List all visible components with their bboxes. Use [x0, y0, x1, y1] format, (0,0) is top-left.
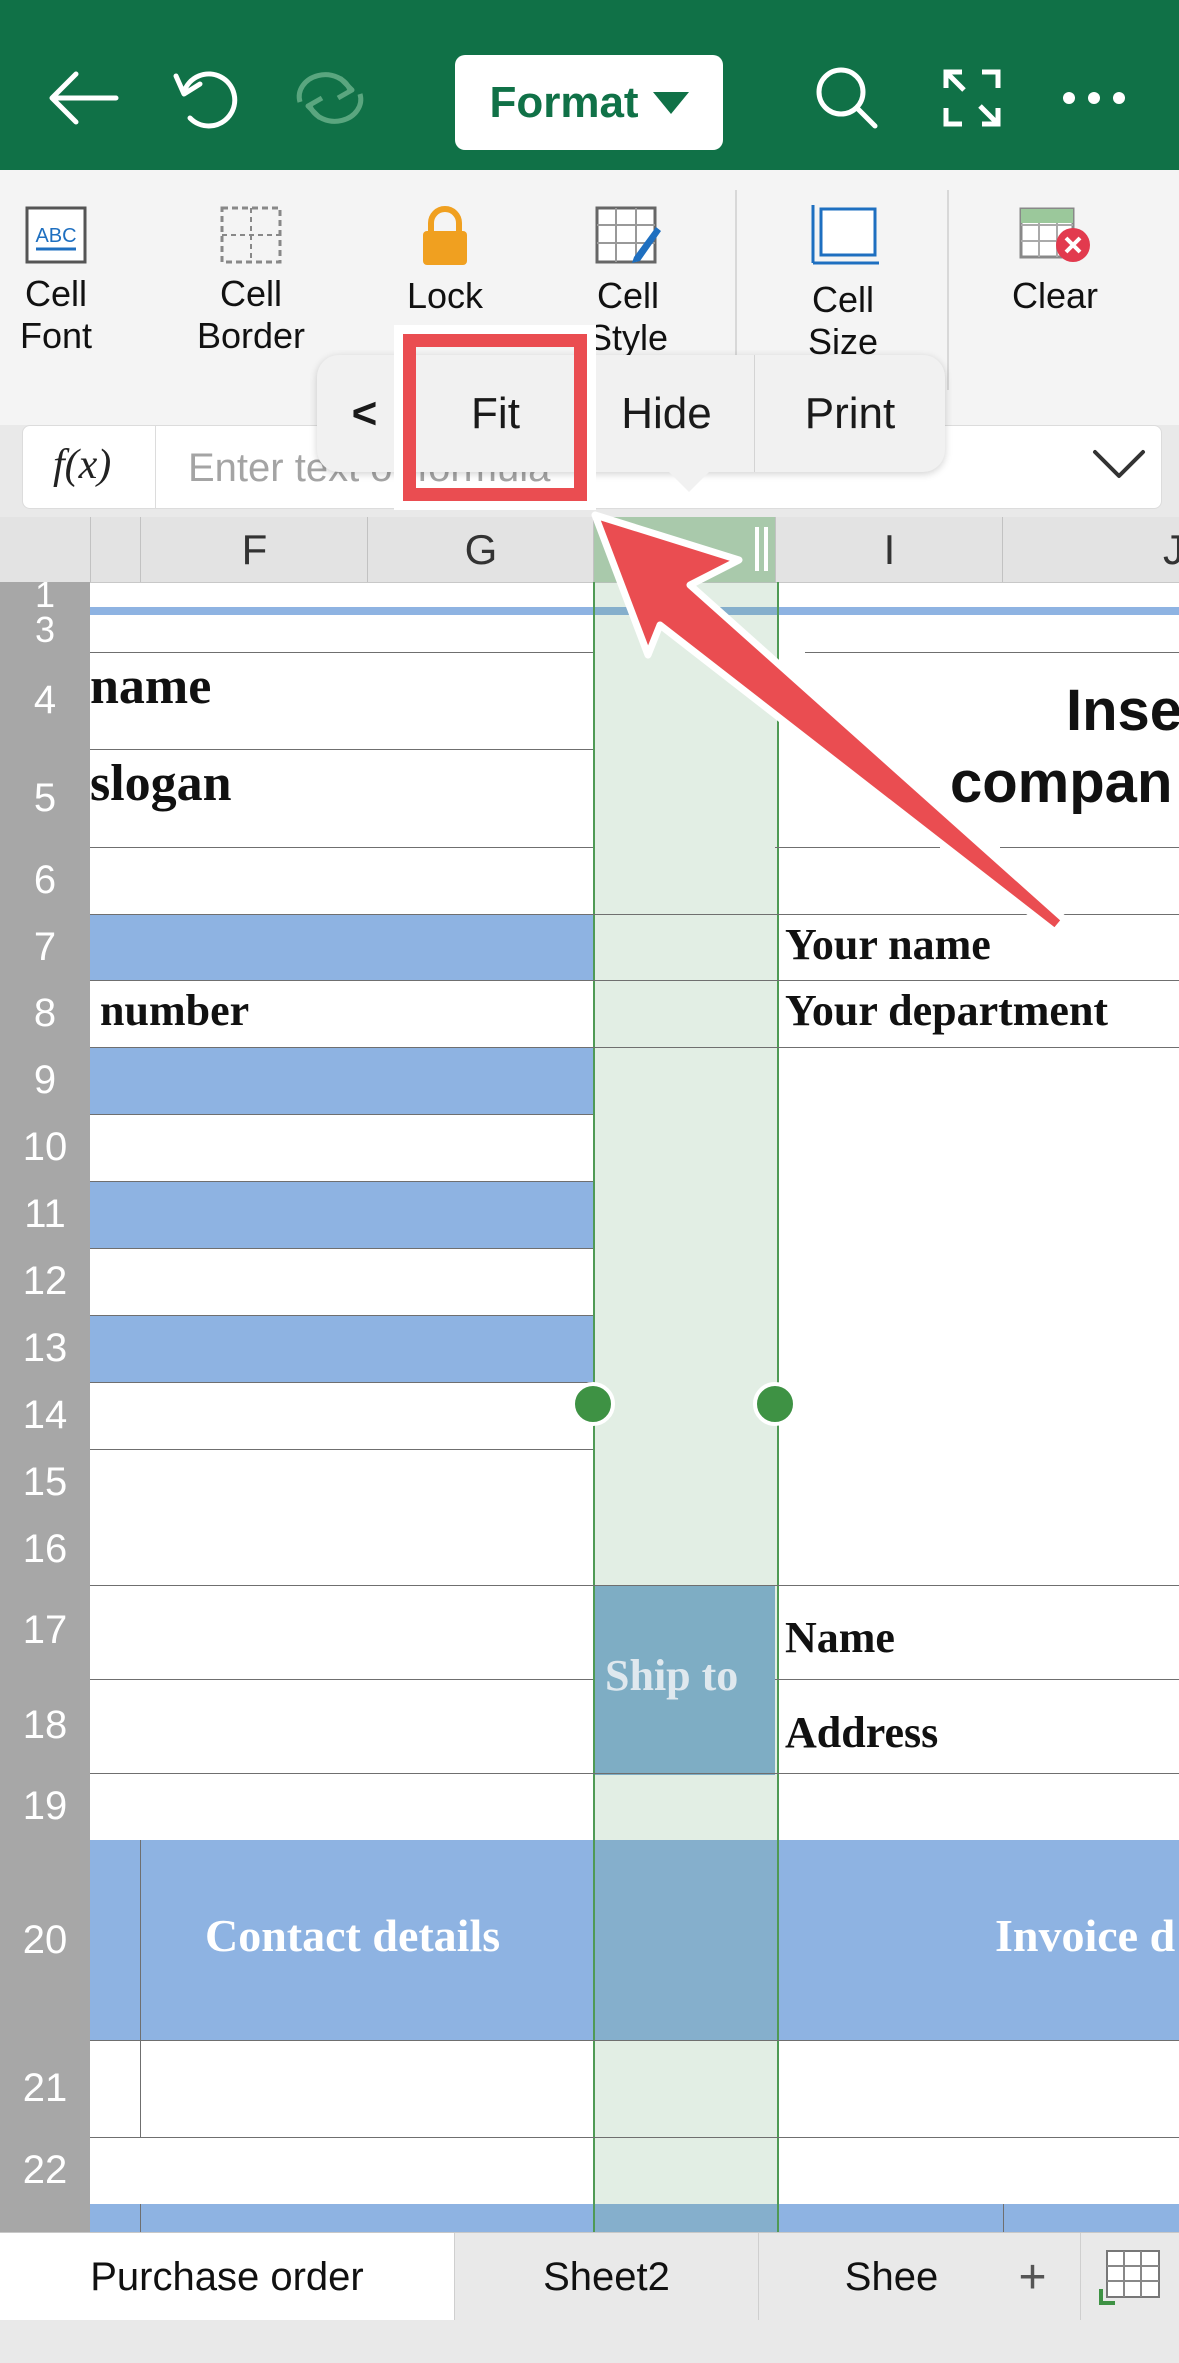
tab-sheet3[interactable]: Shee	[759, 2233, 1024, 2321]
add-sheet-button[interactable]: +	[1000, 2233, 1065, 2321]
tab-purchase-order[interactable]: Purchase order	[0, 2233, 454, 2321]
tab-sheet3-label: Shee	[844, 2254, 939, 2299]
bottom-safe-area	[0, 2320, 1179, 2363]
annotation-arrow-icon	[591, 511, 1069, 936]
grid-view-icon	[1099, 2250, 1160, 2305]
sheet-tabs-bar: Purchase order Sheet2 Shee +	[0, 2232, 1179, 2321]
tab-divider	[1080, 2233, 1081, 2321]
tab-sheet2[interactable]: Sheet2	[455, 2233, 758, 2321]
plus-icon: +	[1018, 2250, 1047, 2304]
grid-view-button[interactable]	[1090, 2233, 1170, 2321]
tab-sheet2-label: Sheet2	[543, 2254, 670, 2299]
tab-purchase-order-label: Purchase order	[90, 2254, 364, 2299]
